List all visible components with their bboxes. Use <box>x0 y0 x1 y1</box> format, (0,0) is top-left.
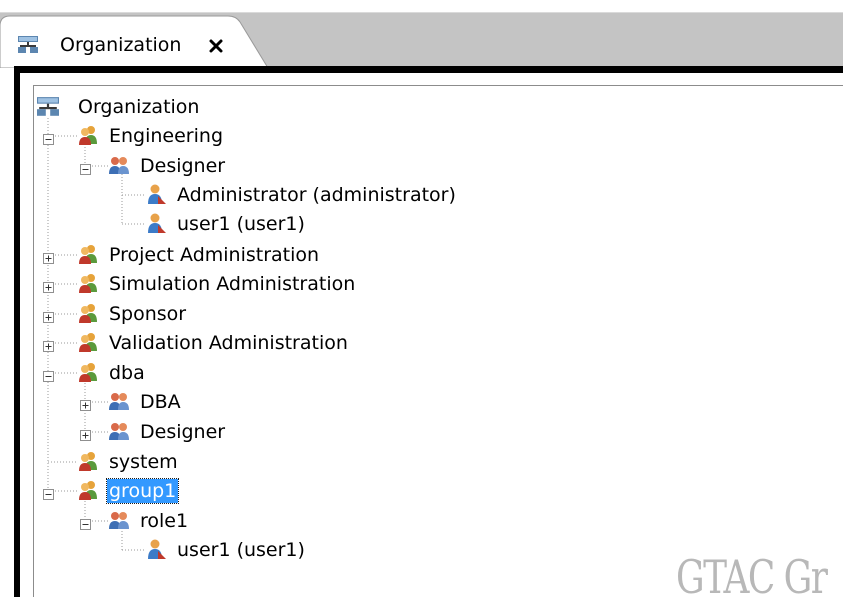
expand-toggle-icon[interactable] <box>43 337 54 352</box>
tree-node-dba[interactable]: DBA <box>138 390 183 414</box>
collapse-toggle-icon[interactable] <box>43 130 54 145</box>
group-icon <box>77 243 99 265</box>
tree-node-designer[interactable]: Designer <box>138 154 227 178</box>
tree-node-sponsor[interactable]: Sponsor <box>107 302 188 326</box>
user-icon <box>145 538 167 560</box>
collapse-toggle-icon[interactable] <box>80 160 91 175</box>
tree-node-group1[interactable]: group1 <box>105 478 180 504</box>
tree-node-designer[interactable]: Designer <box>138 420 227 444</box>
tree-node-validation-administration[interactable]: Validation Administration <box>107 331 350 355</box>
tree-node-simulation-administration[interactable]: Simulation Administration <box>107 272 357 296</box>
expand-toggle-icon[interactable] <box>43 308 54 323</box>
tree-connector-lines <box>47 118 146 551</box>
group-icon <box>77 361 99 383</box>
tree-node-user1-user1[interactable]: user1 (user1) <box>175 538 307 562</box>
collapse-toggle-icon[interactable] <box>43 485 54 500</box>
user-icon <box>145 212 167 234</box>
tree-node-role1[interactable]: role1 <box>138 509 190 533</box>
tree-node-project-administration[interactable]: Project Administration <box>107 243 321 267</box>
tree-node-system[interactable]: system <box>107 450 180 474</box>
role-icon <box>108 420 130 442</box>
tree-node-administrator-administrator[interactable]: Administrator (administrator) <box>175 183 458 207</box>
collapse-toggle-icon[interactable] <box>43 367 54 382</box>
expand-toggle-icon[interactable] <box>43 249 54 264</box>
organization-icon <box>37 97 59 116</box>
user-icon <box>145 183 167 205</box>
group-icon <box>77 272 99 294</box>
group-icon <box>77 302 99 324</box>
expand-toggle-icon[interactable] <box>43 278 54 293</box>
group-icon <box>77 124 99 146</box>
group-icon <box>77 450 99 472</box>
role-icon <box>108 154 130 176</box>
role-icon <box>108 509 130 531</box>
group-icon <box>77 331 99 353</box>
role-icon <box>108 390 130 412</box>
tree-node-dba[interactable]: dba <box>107 361 147 385</box>
expand-toggle-icon[interactable] <box>80 396 91 411</box>
tree-node-organization[interactable]: Organization <box>76 95 201 119</box>
tree-node-user1-user1[interactable]: user1 (user1) <box>175 212 307 236</box>
expand-toggle-icon[interactable] <box>80 426 91 441</box>
tree-node-engineering[interactable]: Engineering <box>107 124 225 148</box>
watermark-text: GTAC Gr <box>676 550 828 604</box>
collapse-toggle-icon[interactable] <box>80 515 91 530</box>
group-icon <box>77 479 99 501</box>
